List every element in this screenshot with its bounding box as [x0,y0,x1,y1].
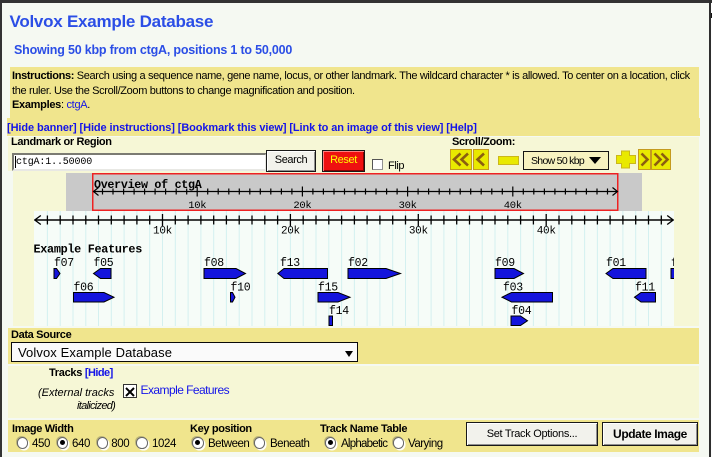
svg-text:10k: 10k [153,226,173,238]
svg-text:10k: 10k [188,200,206,212]
svg-text:f10: f10 [231,282,251,295]
svg-text:f08: f08 [204,257,224,270]
svg-text:f12: f12 [671,257,674,270]
svg-text:30k: 30k [409,226,429,238]
svg-text:f09: f09 [495,257,515,270]
svg-text:f07: f07 [54,257,74,270]
svg-text:f01: f01 [606,257,626,270]
svg-text:20k: 20k [281,226,301,238]
svg-text:30k: 30k [399,200,417,212]
svg-text:Example Features: Example Features [34,243,142,257]
svg-text:f02: f02 [348,257,368,270]
svg-text:40k: 40k [537,226,557,238]
svg-text:f13: f13 [280,257,300,270]
svg-text:20k: 20k [293,200,311,212]
svg-text:40k: 40k [504,200,522,212]
svg-text:f05: f05 [94,257,114,270]
